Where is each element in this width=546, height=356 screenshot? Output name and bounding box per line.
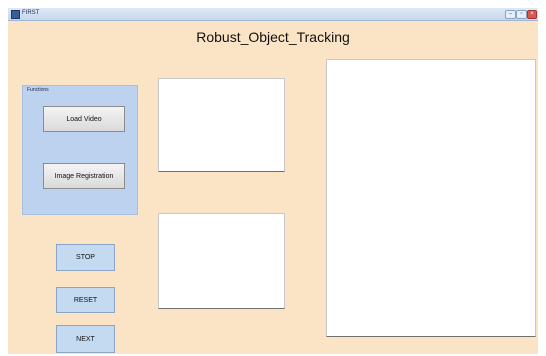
app-window: FIRST – ▫ × Robust_Object_Tracking Funct… <box>8 8 538 354</box>
window-titlebar[interactable]: FIRST – ▫ × <box>8 8 538 21</box>
image-registration-button[interactable]: Image Registration <box>43 163 125 189</box>
next-button[interactable]: NEXT <box>56 325 115 353</box>
window-title: FIRST <box>22 10 40 16</box>
bottom-left-axes <box>158 213 285 309</box>
stop-button[interactable]: STOP <box>56 244 115 271</box>
load-video-button[interactable]: Load Video <box>43 106 125 132</box>
minimize-icon[interactable]: – <box>505 10 516 19</box>
maximize-icon[interactable]: ▫ <box>516 10 527 19</box>
app-icon <box>11 10 20 19</box>
functions-panel-label: Functions <box>27 87 49 93</box>
reset-button[interactable]: RESET <box>56 287 115 313</box>
close-icon[interactable]: × <box>527 10 537 19</box>
main-axes <box>326 59 536 337</box>
page-title: Robust_Object_Tracking <box>196 29 350 45</box>
functions-panel: Functions Load Video Image Registration <box>22 85 138 215</box>
top-left-axes <box>158 78 285 172</box>
